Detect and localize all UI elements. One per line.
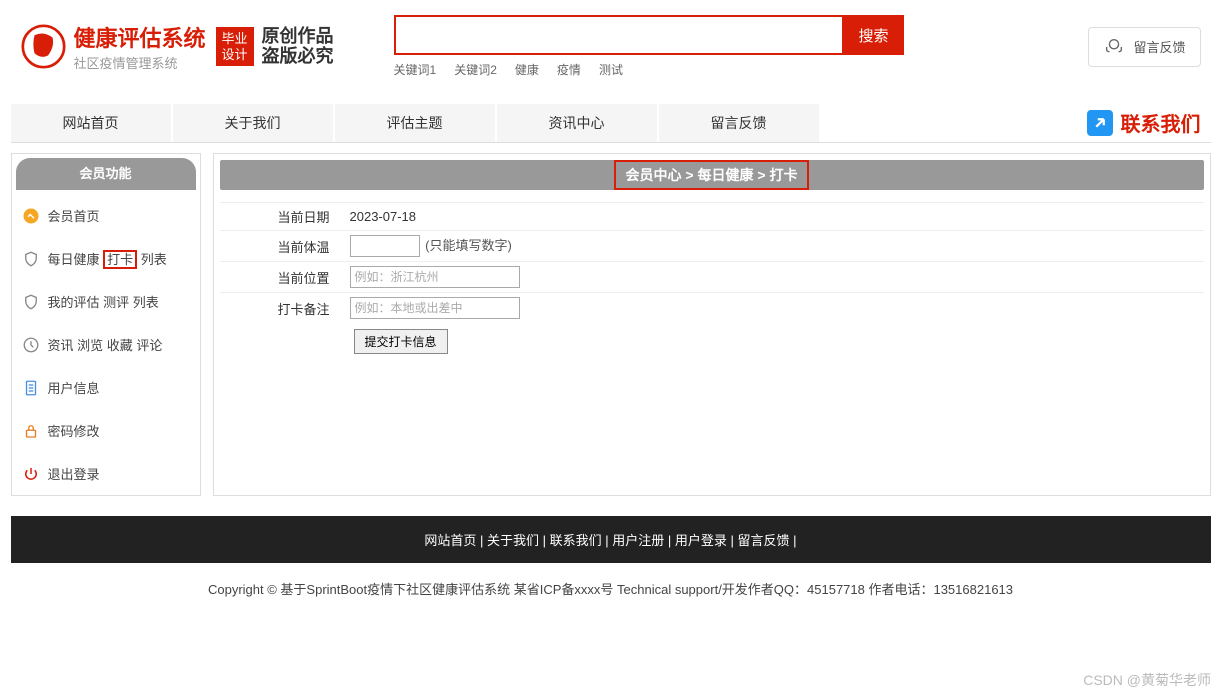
logo-icon — [21, 24, 66, 69]
keyword-link[interactable]: 疫情 — [557, 63, 581, 77]
form-label-temp: 当前体温 — [220, 237, 350, 256]
nav-item[interactable]: 评估主题 — [335, 104, 495, 142]
feedback-button[interactable]: 留言反馈 — [1088, 27, 1200, 67]
app-title: 健康评估系统 — [74, 21, 206, 53]
badge: 毕业 设计 — [216, 27, 254, 66]
nav-item[interactable]: 网站首页 — [11, 104, 171, 142]
home-icon — [22, 207, 40, 225]
slogan: 原创作品 盗版必究 — [262, 27, 334, 67]
form-label-date: 当前日期 — [220, 207, 350, 226]
keyword-link[interactable]: 关键词2 — [454, 63, 497, 77]
lock-icon — [22, 422, 40, 440]
nav-item[interactable]: 资讯中心 — [497, 104, 657, 142]
nav-item[interactable]: 留言反馈 — [659, 104, 819, 142]
footer-link[interactable]: 网站首页 — [424, 533, 476, 548]
submit-button[interactable]: 提交打卡信息 — [354, 329, 448, 354]
remark-input[interactable] — [350, 297, 520, 319]
keyword-link[interactable]: 关键词1 — [394, 63, 437, 77]
contact-us-button[interactable]: 联系我们 — [1077, 103, 1211, 142]
sidebar-item[interactable]: 每日健康 打卡 列表 — [12, 237, 200, 280]
footer-link[interactable]: 用户注册 — [612, 533, 664, 548]
form-value-date: 2023-07-18 — [350, 209, 1204, 224]
search-button[interactable]: 搜索 — [844, 15, 904, 55]
sidebar-item[interactable]: 我的评估 测评 列表 — [12, 280, 200, 323]
doc-icon — [22, 379, 40, 397]
form-label-remark: 打卡备注 — [220, 299, 350, 318]
sidebar-header: 会员功能 — [16, 158, 196, 190]
sidebar-item-label: 退出登录 — [48, 464, 100, 483]
footer-link[interactable]: 关于我们 — [487, 533, 539, 548]
sidebar-item[interactable]: 会员首页 — [12, 194, 200, 237]
search-input[interactable] — [394, 15, 844, 55]
app-subtitle: 社区疫情管理系统 — [74, 53, 206, 72]
location-input[interactable] — [350, 266, 520, 288]
sidebar-item-label: 每日健康 打卡 列表 — [48, 249, 167, 268]
shield-icon — [22, 250, 40, 268]
shield-icon — [22, 293, 40, 311]
logo-area: 健康评估系统 社区疫情管理系统 毕业 设计 原创作品 盗版必究 — [21, 21, 334, 72]
temp-hint: (只能填写数字) — [425, 238, 512, 253]
main-content: 会员中心 > 每日健康 > 打卡 当前日期 2023-07-18 当前体温 (只… — [213, 153, 1211, 496]
footer-copyright: Copyright © 基于SprintBoot疫情下社区健康评估系统 某省IC… — [11, 563, 1211, 614]
sidebar-item[interactable]: 密码修改 — [12, 409, 200, 452]
sidebar-item-label: 资讯 浏览 收藏 评论 — [48, 335, 163, 354]
sidebar-item-label: 会员首页 — [48, 206, 100, 225]
keyword-link[interactable]: 测试 — [599, 63, 623, 77]
sidebar-item-label: 用户信息 — [48, 378, 100, 397]
power-icon — [22, 465, 40, 483]
sidebar-item-label: 密码修改 — [48, 421, 100, 440]
temperature-input[interactable] — [350, 235, 420, 257]
arrow-icon — [1087, 110, 1113, 136]
sidebar-item[interactable]: 资讯 浏览 收藏 评论 — [12, 323, 200, 366]
footer-link[interactable]: 留言反馈 — [738, 533, 790, 548]
headset-icon — [1103, 36, 1125, 58]
keyword-link[interactable]: 健康 — [515, 63, 539, 77]
footer-link[interactable]: 用户登录 — [675, 533, 727, 548]
clock-icon — [22, 336, 40, 354]
sidebar-item-label: 我的评估 测评 列表 — [48, 292, 159, 311]
sidebar-item[interactable]: 用户信息 — [12, 366, 200, 409]
nav-item[interactable]: 关于我们 — [173, 104, 333, 142]
sidebar-item[interactable]: 退出登录 — [12, 452, 200, 495]
sidebar: 会员功能 会员首页每日健康 打卡 列表我的评估 测评 列表资讯 浏览 收藏 评论… — [11, 153, 201, 496]
footer-nav: 网站首页 | 关于我们 | 联系我们 | 用户注册 | 用户登录 | 留言反馈 … — [11, 516, 1211, 563]
search-keywords: 关键词1 关键词2 健康 疫情 测试 — [394, 61, 904, 78]
breadcrumb: 会员中心 > 每日健康 > 打卡 — [220, 160, 1204, 190]
footer-link[interactable]: 联系我们 — [550, 533, 602, 548]
main-nav: 网站首页关于我们评估主题资讯中心留言反馈 联系我们 — [11, 103, 1211, 143]
form-label-location: 当前位置 — [220, 268, 350, 287]
watermark: CSDN @黄菊华老师 — [1083, 670, 1211, 690]
